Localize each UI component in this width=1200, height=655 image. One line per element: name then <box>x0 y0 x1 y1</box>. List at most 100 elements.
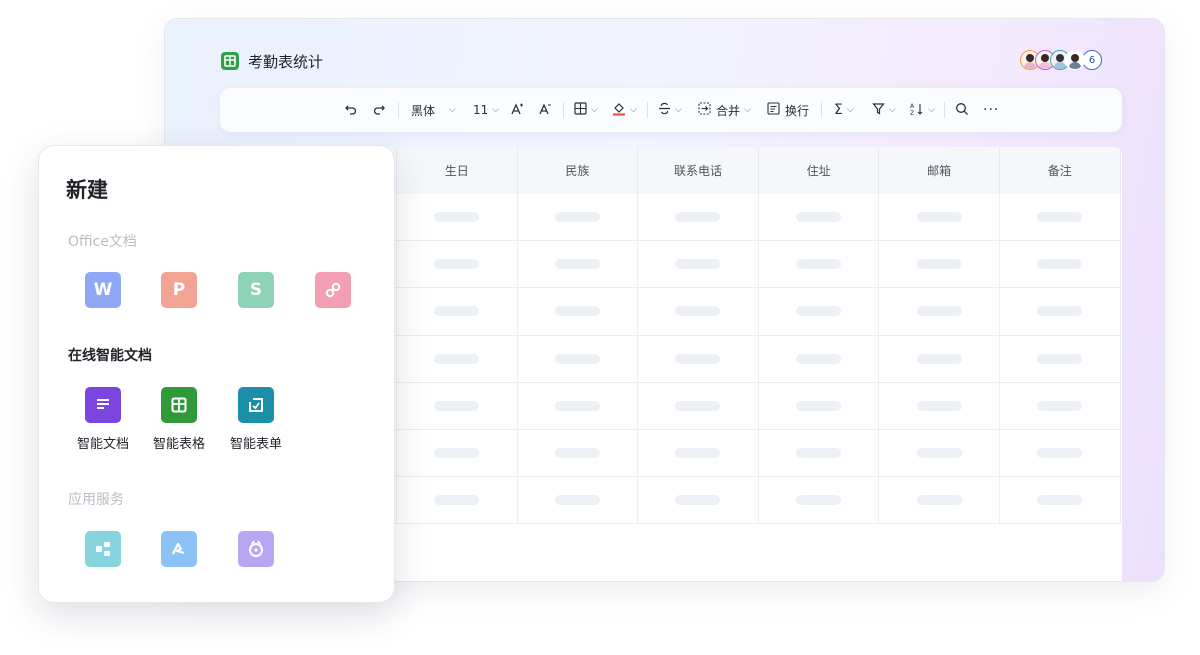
table-cell[interactable] <box>758 477 880 525</box>
placeholder-bar <box>916 306 962 317</box>
table-cell[interactable] <box>758 194 880 242</box>
smart-sheet-label[interactable]: 智能表格 <box>144 433 214 452</box>
table-cell[interactable] <box>758 335 880 383</box>
collaborator-avatars[interactable]: 6 <box>1020 50 1102 72</box>
placeholder-bar <box>434 306 480 317</box>
formula-button[interactable]: Σ ⌵ <box>834 88 854 132</box>
table-cell[interactable] <box>517 430 639 478</box>
table-cell[interactable] <box>517 335 639 383</box>
collaborator-count-badge[interactable]: 6 <box>1082 50 1102 70</box>
wrap-text-icon <box>767 102 780 118</box>
table-cell[interactable] <box>517 194 639 242</box>
pdf-icon[interactable] <box>315 272 351 308</box>
table-cell[interactable] <box>638 430 759 478</box>
table-cell[interactable] <box>517 241 639 289</box>
table-cell[interactable] <box>1000 382 1121 430</box>
app-flow-icon[interactable] <box>85 531 121 567</box>
app-sign-icon[interactable] <box>161 531 197 567</box>
table-cell[interactable] <box>638 241 759 289</box>
table-cell[interactable] <box>517 288 639 336</box>
table-cell[interactable] <box>397 241 518 289</box>
placeholder-bar <box>796 495 842 506</box>
table-cell[interactable] <box>879 382 1000 430</box>
smart-form-icon[interactable] <box>238 387 274 423</box>
column-header[interactable]: 生日 <box>397 147 518 194</box>
chevron-down-icon: ⌵ <box>492 105 500 115</box>
placeholder-bar <box>916 448 962 459</box>
font-size-select[interactable]: 11 ⌵ <box>473 88 499 132</box>
app-mascot-icon[interactable] <box>238 531 274 567</box>
undo-button[interactable] <box>344 88 358 132</box>
search-button[interactable] <box>955 88 969 132</box>
smart-form-label[interactable]: 智能表单 <box>221 433 291 452</box>
new-panel: 新建 Office文档 W P S 在线智能文档 智能文档 智能表格 智能表单 … <box>38 145 395 603</box>
table-cell[interactable] <box>758 288 880 336</box>
fill-color-button[interactable]: ⌵ <box>612 88 637 132</box>
table-cell[interactable] <box>638 288 759 336</box>
wrap-text-button[interactable]: 换行 <box>767 88 809 132</box>
table-cell[interactable] <box>879 335 1000 383</box>
table-cell[interactable] <box>1000 288 1121 336</box>
table-cell[interactable] <box>879 477 1000 525</box>
decrease-font-button[interactable] <box>538 88 552 132</box>
table-cell[interactable] <box>1000 477 1121 525</box>
column-header[interactable]: 邮箱 <box>879 147 1000 194</box>
borders-button[interactable]: ⌵ <box>574 88 598 132</box>
chevron-down-icon: ⌵ <box>449 105 456 115</box>
table-cell[interactable] <box>879 430 1000 478</box>
placeholder-bar <box>916 259 962 270</box>
placeholder-bar <box>675 400 721 411</box>
table-cell[interactable] <box>638 335 759 383</box>
word-icon[interactable]: W <box>85 272 121 308</box>
document-title[interactable]: 考勤表统计 <box>248 51 323 72</box>
placeholder-bar <box>675 495 721 506</box>
table-cell[interactable] <box>397 382 518 430</box>
table-cell[interactable] <box>638 477 759 525</box>
table-cell[interactable] <box>397 430 518 478</box>
merge-cells-button[interactable]: 合并 ⌵ <box>698 88 751 132</box>
toolbar-divider <box>563 102 564 118</box>
table-cell[interactable] <box>517 477 639 525</box>
increase-font-button[interactable] <box>510 88 524 132</box>
table-cell[interactable] <box>758 430 880 478</box>
table-cell[interactable] <box>758 382 880 430</box>
table-cell[interactable] <box>879 241 1000 289</box>
table-cell[interactable] <box>758 241 880 289</box>
table-cell[interactable] <box>879 194 1000 242</box>
table-cell[interactable] <box>638 194 759 242</box>
sort-button[interactable]: AZ ⌵ <box>910 88 935 132</box>
spreadsheet-icon[interactable]: S <box>238 272 274 308</box>
placeholder-bar <box>434 448 480 459</box>
table-cell[interactable] <box>638 382 759 430</box>
column-header[interactable]: 联系电话 <box>638 147 759 194</box>
font-family-select[interactable]: 黑体 ⌵ <box>411 88 456 132</box>
placeholder-bar <box>1037 448 1083 459</box>
column-header[interactable]: 民族 <box>517 147 639 194</box>
avatar[interactable] <box>1065 50 1085 70</box>
table-cell[interactable] <box>517 382 639 430</box>
strikethrough-button[interactable]: ⌵ <box>658 88 682 132</box>
smart-doc-label[interactable]: 智能文档 <box>68 433 138 452</box>
presentation-icon[interactable]: P <box>161 272 197 308</box>
smart-doc-icon[interactable] <box>85 387 121 423</box>
table-cell[interactable] <box>879 288 1000 336</box>
table-cell[interactable] <box>1000 241 1121 289</box>
table-cell[interactable] <box>397 477 518 525</box>
section-smart-label: 在线智能文档 <box>68 348 152 364</box>
table-cell[interactable] <box>1000 430 1121 478</box>
placeholder-bar <box>554 353 600 364</box>
chevron-down-icon: ⌵ <box>744 105 751 115</box>
smart-sheet-icon[interactable] <box>161 387 197 423</box>
svg-text:A: A <box>910 103 915 110</box>
more-button[interactable]: ··· <box>983 88 999 132</box>
table-cell[interactable] <box>397 288 518 336</box>
sigma-icon: Σ <box>834 102 843 118</box>
table-cell[interactable] <box>1000 194 1121 242</box>
table-cell[interactable] <box>397 194 518 242</box>
column-header[interactable]: 住址 <box>758 147 880 194</box>
table-cell[interactable] <box>1000 335 1121 383</box>
column-header[interactable]: 备注 <box>1000 147 1121 194</box>
redo-button[interactable] <box>372 88 386 132</box>
table-cell[interactable] <box>397 335 518 383</box>
filter-button[interactable]: ⌵ <box>872 88 896 132</box>
